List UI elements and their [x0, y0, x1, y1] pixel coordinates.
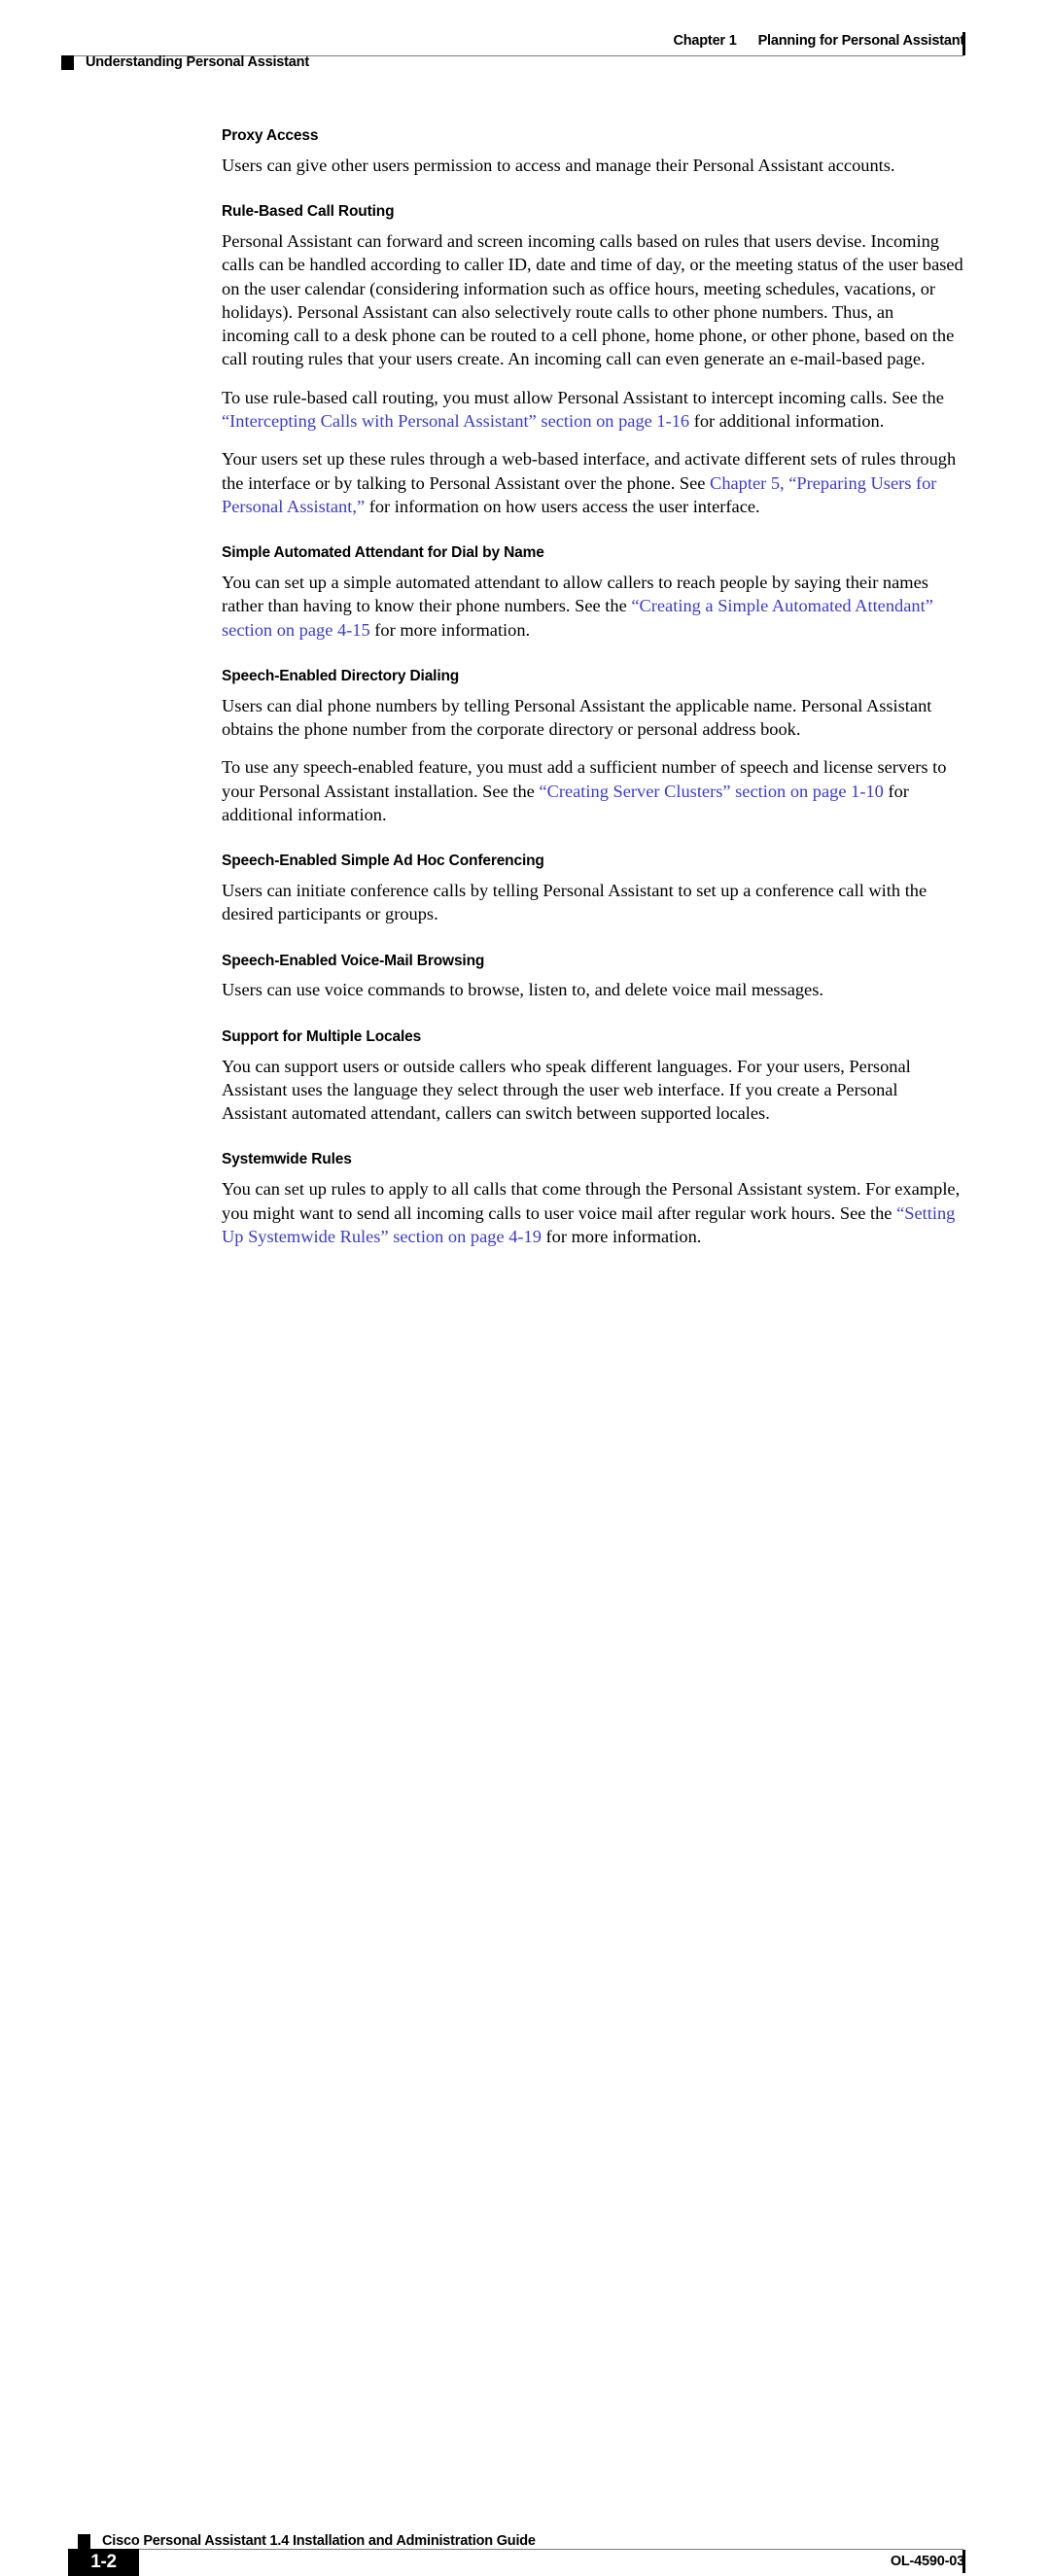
footer-right-marker — [962, 2550, 965, 2573]
paragraph-text: Users can dial phone numbers by telling … — [222, 695, 932, 739]
page-header: Chapter 1 Planning for Personal Assistant… — [0, 0, 1050, 87]
body-paragraph: Your users set up these rules through a … — [222, 447, 963, 518]
section-heading: Speech-Enabled Simple Ad Hoc Conferencin… — [222, 853, 544, 870]
paragraph-text: To use rule-based call routing, you must… — [222, 387, 944, 407]
body-paragraph: To use rule-based call routing, you must… — [222, 386, 963, 434]
paragraph-text: Personal Assistant can forward and scree… — [222, 230, 963, 369]
cross-reference-link[interactable]: “Creating Server Clusters” section on pa… — [539, 782, 883, 801]
document-body: Proxy Access Users can give other users p… — [222, 127, 963, 1248]
footer-document-id: OL-4590-03 — [890, 2554, 964, 2569]
square-bullet-icon — [61, 55, 74, 70]
section-heading: Systemwide Rules — [222, 1151, 352, 1168]
header-chapter-title: Planning for Personal Assistant — [757, 33, 965, 49]
paragraph-text: for information on how users access the … — [365, 496, 760, 516]
paragraph-text: for more information. — [369, 619, 531, 640]
paragraph-text: Users can give other users permission to… — [222, 155, 895, 175]
body-paragraph: Users can initiate conference calls by t… — [222, 879, 963, 926]
paragraph-text: for more information. — [541, 1226, 702, 1246]
header-section-label: Understanding Personal Assistant — [86, 54, 309, 70]
body-paragraph: You can support users or outside callers… — [222, 1055, 963, 1126]
header-chapter-number: Chapter 1 — [673, 33, 737, 49]
paragraph-text: for additional information. — [689, 411, 885, 431]
body-paragraph: You can set up rules to apply to all cal… — [222, 1177, 963, 1248]
section-heading: Speech-Enabled Voice-Mail Browsing — [222, 952, 485, 969]
body-paragraph: To use any speech-enabled feature, you m… — [222, 755, 963, 826]
cross-reference-link[interactable]: “Intercepting Calls with Personal Assist… — [222, 411, 689, 431]
body-paragraph: Users can use voice commands to browse, … — [222, 978, 963, 1001]
footer-square-bullet-icon — [78, 2534, 90, 2549]
body-paragraph: Users can dial phone numbers by telling … — [222, 694, 963, 742]
section-heading: Rule-Based Call Routing — [222, 203, 395, 221]
header-right-marker — [962, 32, 965, 55]
footer-guide-title: Cisco Personal Assistant 1.4 Installatio… — [102, 2533, 536, 2549]
header-chapter-reference: Chapter 1 Planning for Personal Assistant — [673, 33, 964, 49]
section-heading: Support for Multiple Locales — [222, 1027, 422, 1045]
section-heading: Proxy Access — [222, 127, 319, 144]
paragraph-text: Users can use voice commands to browse, … — [222, 980, 823, 1000]
body-paragraph: Personal Assistant can forward and scree… — [222, 229, 963, 371]
footer-divider — [86, 2549, 963, 2550]
paragraph-text: Users can initiate conference calls by t… — [222, 881, 928, 924]
section-heading: Speech-Enabled Directory Dialing — [222, 667, 460, 684]
body-paragraph: Users can give other users permission to… — [222, 154, 963, 177]
page-footer: Cisco Personal Assistant 1.4 Installatio… — [0, 1264, 1050, 2576]
paragraph-text: You can set up rules to apply to all cal… — [222, 1179, 961, 1223]
page-number-badge: 1-2 — [68, 2549, 139, 2576]
body-paragraph: You can set up a simple automated attend… — [222, 571, 963, 642]
section-heading: Simple Automated Attendant for Dial by N… — [222, 544, 544, 562]
paragraph-text: You can support users or outside callers… — [222, 1056, 911, 1124]
